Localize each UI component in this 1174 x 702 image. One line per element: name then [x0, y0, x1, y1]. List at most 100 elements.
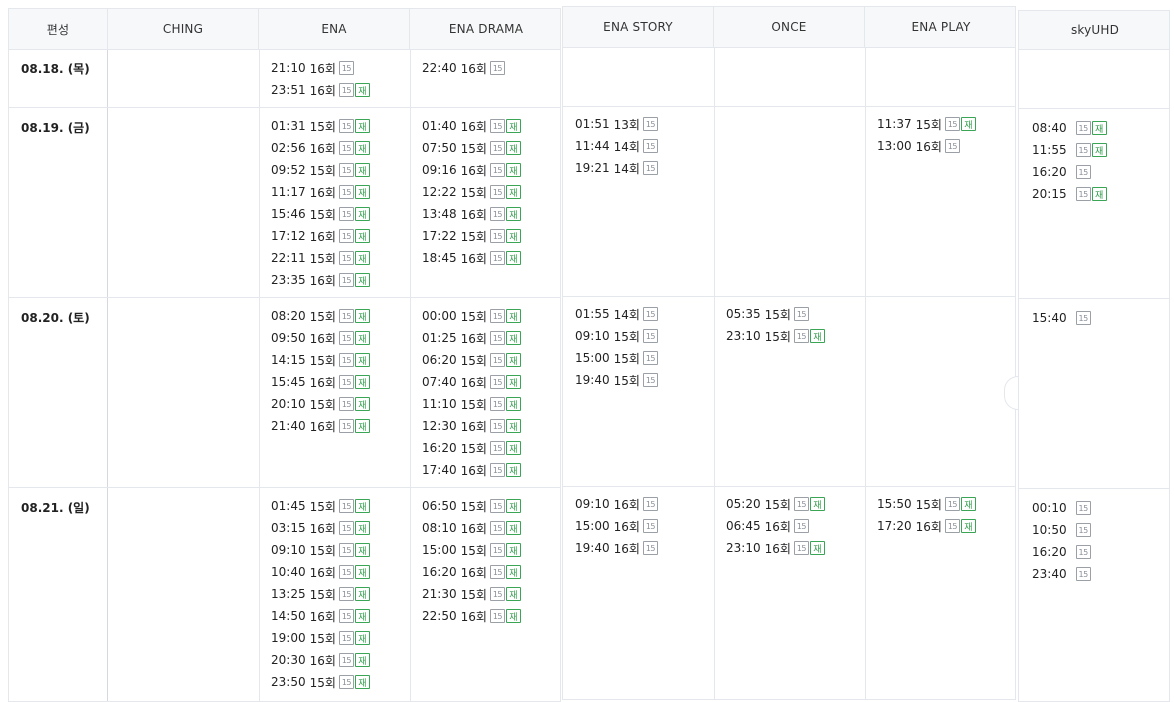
schedule-entry: 17:12 16회 15 재 — [271, 225, 370, 247]
schedule-entry: 01:51 13회 15 — [575, 113, 658, 135]
rerun-icon: 재 — [354, 353, 370, 367]
schedule-panel-2: ENA STORY ONCE ENA PLAY 01:51 13회 15 11:44 1… — [562, 6, 1016, 700]
header-ena-drama: ENA DRAMA — [448, 22, 524, 36]
row-divider — [563, 106, 1015, 107]
rerun-icon: 재 — [505, 441, 521, 455]
air-time: 15:00 — [575, 351, 610, 365]
age-rating-15-icon: 15 — [642, 161, 658, 175]
age-rating-15-icon: 15 — [338, 83, 354, 97]
rerun-icon: 재 — [1091, 121, 1107, 135]
air-time: 01:55 — [575, 307, 610, 321]
age-rating-15-icon: 15 — [338, 119, 354, 133]
date-label: 08.21. (일) — [21, 501, 90, 515]
age-rating-15-icon: 15 — [793, 541, 809, 555]
air-time: 08:10 — [422, 521, 457, 535]
age-rating-15-icon: 15 — [1075, 523, 1091, 537]
age-rating-15-icon: 15 — [489, 463, 505, 477]
cell-skyuhd-0819: 08:40 15 재 11:55 15 재 16:20 15 20:15 15 재 — [1032, 117, 1107, 205]
air-time: 06:50 — [422, 499, 457, 513]
col-divider — [259, 50, 260, 701]
panel-1-header: 편성 CHING ENA ENA DRAMA — [9, 9, 560, 50]
schedule-entry: 11:55 15 재 — [1032, 139, 1107, 161]
rerun-icon: 재 — [354, 631, 370, 645]
episode-number: 15회 — [460, 353, 487, 368]
rerun-icon: 재 — [354, 229, 370, 243]
air-time: 15:46 — [271, 207, 306, 221]
age-rating-15-icon: 15 — [338, 163, 354, 177]
rerun-icon: 재 — [505, 499, 521, 513]
age-rating-15-icon: 15 — [489, 207, 505, 221]
air-time: 19:21 — [575, 161, 610, 175]
age-rating-15-icon: 15 — [489, 565, 505, 579]
age-rating-15-icon: 15 — [642, 497, 658, 511]
air-time: 09:52 — [271, 163, 306, 177]
schedule-panel-3: skyUHD 08:40 15 재 11:55 15 재 16:20 15 20:15 15 재 1… — [1018, 10, 1170, 702]
episode-number: 13회 — [613, 117, 640, 132]
rerun-icon: 재 — [505, 419, 521, 433]
air-time: 09:16 — [422, 163, 457, 177]
episode-number: 15회 — [915, 497, 942, 512]
age-rating-15-icon: 15 — [489, 309, 505, 323]
rerun-icon: 재 — [354, 419, 370, 433]
cell-ena-story-0820: 01:55 14회 15 09:10 15회 15 15:00 15회 15 19:40 15회 15 — [575, 303, 658, 391]
episode-number: 16회 — [460, 207, 487, 222]
age-rating-15-icon: 15 — [642, 307, 658, 321]
date-label: 08.20. (토) — [21, 311, 90, 325]
episode-number: 15회 — [309, 631, 336, 646]
air-time: 12:22 — [422, 185, 457, 199]
air-time: 15:50 — [877, 497, 912, 511]
schedule-entry: 01:40 16회 15 재 — [422, 115, 521, 137]
air-time: 21:10 — [271, 61, 306, 75]
age-rating-15-icon: 15 — [793, 307, 809, 321]
rerun-icon: 재 — [354, 499, 370, 513]
rerun-icon: 재 — [1091, 143, 1107, 157]
schedule-entry: 01:25 16회 15 재 — [422, 327, 521, 349]
rerun-icon: 재 — [505, 141, 521, 155]
rerun-icon: 재 — [505, 185, 521, 199]
air-time: 19:40 — [575, 373, 610, 387]
age-rating-15-icon: 15 — [489, 375, 505, 389]
age-rating-15-icon: 15 — [489, 419, 505, 433]
episode-number: 15회 — [460, 441, 487, 456]
schedule-entry: 17:20 16회 15 재 — [877, 515, 976, 537]
age-rating-15-icon: 15 — [489, 185, 505, 199]
air-time: 01:25 — [422, 331, 457, 345]
schedule-entry: 05:20 15회 15 재 — [726, 493, 825, 515]
air-time: 00:00 — [422, 309, 457, 323]
air-time: 11:44 — [575, 139, 610, 153]
schedule-entry: 12:22 15회 15 재 — [422, 181, 521, 203]
episode-number: 15회 — [764, 497, 791, 512]
episode-number: 15회 — [613, 329, 640, 344]
age-rating-15-icon: 15 — [1075, 567, 1091, 581]
air-time: 20:10 — [271, 397, 306, 411]
schedule-entry: 14:50 16회 15 재 — [271, 605, 370, 627]
header-once: ONCE — [714, 7, 865, 47]
rerun-icon: 재 — [505, 331, 521, 345]
air-time: 16:20 — [1032, 545, 1067, 559]
schedule-entry: 15:00 16회 15 — [575, 515, 658, 537]
schedule-entry: 21:10 16회 15 — [271, 57, 370, 79]
air-time: 01:45 — [271, 499, 306, 513]
schedule-entry: 07:40 16회 15 재 — [422, 371, 521, 393]
age-rating-15-icon: 15 — [944, 497, 960, 511]
air-time: 19:00 — [271, 631, 306, 645]
schedule-entry: 21:30 15회 15 재 — [422, 583, 521, 605]
episode-number: 14회 — [613, 161, 640, 176]
air-time: 17:12 — [271, 229, 306, 243]
schedule-entry: 10:50 15 — [1032, 519, 1091, 541]
schedule-entry: 14:15 15회 15 재 — [271, 349, 370, 371]
age-rating-15-icon: 15 — [338, 521, 354, 535]
rerun-icon: 재 — [354, 521, 370, 535]
row-divider — [563, 486, 1015, 487]
rerun-icon: 재 — [1091, 187, 1107, 201]
air-time: 23:10 — [726, 541, 761, 555]
age-rating-15-icon: 15 — [338, 229, 354, 243]
schedule-entry: 20:10 15회 15 재 — [271, 393, 370, 415]
episode-number: 16회 — [915, 139, 942, 154]
schedule-entry: 15:00 15회 15 재 — [422, 539, 521, 561]
air-time: 21:40 — [271, 419, 306, 433]
episode-number: 16회 — [460, 61, 487, 76]
schedule-entry: 01:31 15회 15 재 — [271, 115, 370, 137]
schedule-entry: 09:16 16회 15 재 — [422, 159, 521, 181]
rerun-icon: 재 — [505, 375, 521, 389]
